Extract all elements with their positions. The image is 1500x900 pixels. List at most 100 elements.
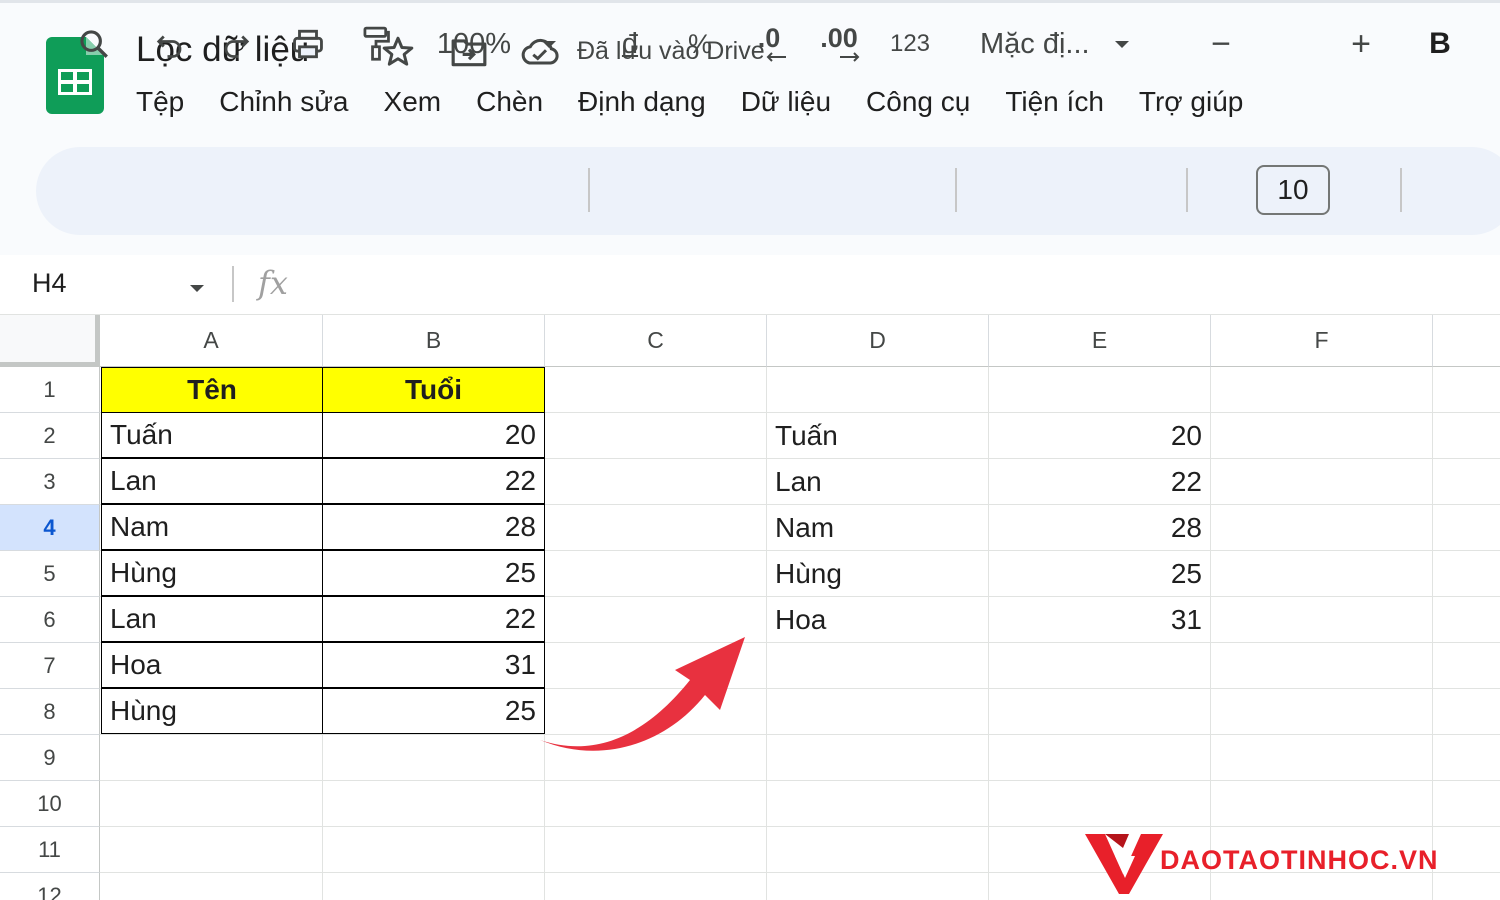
cell-b7[interactable]: 31 [322, 642, 545, 688]
cell-a8[interactable]: Hùng [101, 688, 323, 734]
decrease-decimal-button[interactable]: .0 [744, 0, 794, 88]
decrease-font-size-button[interactable]: − [1200, 0, 1242, 88]
menu-view[interactable]: Xem [384, 86, 442, 118]
column-header-d[interactable]: D [767, 315, 989, 367]
percent-label: % [687, 28, 712, 59]
cell-a2[interactable]: Tuấn [101, 412, 323, 458]
cell-b3[interactable]: 22 [322, 458, 545, 504]
row-header[interactable]: 8 [0, 689, 100, 735]
cell-d3[interactable]: Lan [767, 459, 989, 505]
cell-e5[interactable]: 25 [989, 551, 1211, 597]
row-header[interactable]: 12 [0, 873, 100, 900]
decrease-decimal-label: .0 [757, 23, 781, 53]
cell-a6[interactable]: Lan [101, 596, 323, 642]
increase-decimal-button[interactable]: .00 [812, 0, 866, 88]
cell-e3[interactable]: 22 [989, 459, 1211, 505]
increase-font-size-button[interactable]: + [1340, 0, 1382, 88]
annotation-arrow [540, 637, 745, 751]
row-header[interactable]: 7 [0, 643, 100, 689]
search-icon [80, 30, 108, 58]
column-header-a[interactable]: A [100, 315, 323, 367]
plus-icon: + [1351, 24, 1371, 63]
column-header-e[interactable]: E [989, 315, 1211, 367]
chevron-down-icon [1114, 41, 1129, 48]
undo-icon [156, 35, 182, 58]
font-value: Mặc đị... [980, 27, 1090, 60]
cell-a3[interactable]: Lan [101, 458, 323, 504]
row-header[interactable]: 3 [0, 459, 100, 505]
menu-help[interactable]: Trợ giúp [1139, 86, 1243, 118]
cell-b1[interactable]: Tuổi [322, 367, 545, 413]
cell-b6[interactable]: 22 [322, 596, 545, 642]
more-formats-button[interactable]: 123 [884, 0, 936, 88]
row-header[interactable]: 6 [0, 597, 100, 643]
row-header-selected[interactable]: 4 [0, 505, 100, 551]
cell-e2[interactable]: 20 [989, 413, 1211, 459]
font-select[interactable]: Mặc đị... [980, 0, 1165, 88]
zoom-select[interactable]: 100% [424, 0, 574, 88]
print-button[interactable] [284, 0, 332, 88]
print-icon [293, 29, 323, 59]
row-header[interactable]: 11 [0, 827, 100, 873]
column-header-c[interactable]: C [545, 315, 767, 367]
row-header[interactable]: 1 [0, 367, 100, 413]
currency-button[interactable]: đ [610, 0, 650, 88]
menu-extensions[interactable]: Tiện ích [1005, 86, 1104, 118]
undo-button[interactable] [148, 0, 192, 88]
chevron-down-icon[interactable] [185, 276, 209, 300]
cell-d5[interactable]: Hùng [767, 551, 989, 597]
row-header[interactable]: 9 [0, 735, 100, 781]
menu-insert[interactable]: Chèn [476, 86, 543, 118]
cell-a5[interactable]: Hùng [101, 550, 323, 596]
select-all-corner[interactable] [0, 315, 100, 367]
cell-d2[interactable]: Tuấn [767, 413, 989, 459]
cell-a1[interactable]: Tên [101, 367, 323, 413]
search-menus-button[interactable] [70, 0, 118, 88]
percent-button[interactable]: % [678, 0, 722, 88]
watermark-text: DAOTAOTINHOC.VN [1160, 845, 1439, 875]
menu-edit[interactable]: Chỉnh sửa [219, 86, 348, 118]
cell-e4[interactable]: 28 [989, 505, 1211, 551]
menu-tools[interactable]: Công cụ [866, 86, 970, 118]
toolbar-divider [1400, 168, 1402, 212]
redo-button[interactable] [214, 0, 258, 88]
formula-divider [232, 266, 234, 302]
menu-format[interactable]: Định dạng [578, 86, 706, 118]
menu-data[interactable]: Dữ liệu [741, 86, 831, 118]
cell-b8[interactable]: 25 [322, 688, 545, 734]
currency-label: đ [621, 27, 639, 60]
cell-b5[interactable]: 25 [322, 550, 545, 596]
toolbar-divider [588, 168, 590, 212]
row-header[interactable]: 10 [0, 781, 100, 827]
row-header[interactable]: 2 [0, 413, 100, 459]
arrow-right-icon [840, 52, 860, 62]
cell-b4[interactable]: 28 [322, 504, 545, 550]
cell-d6[interactable]: Hoa [767, 597, 989, 643]
bold-button[interactable]: B [1420, 0, 1460, 88]
fx-icon: fx [258, 264, 288, 302]
cell-b2[interactable]: 20 [322, 412, 545, 458]
column-header-g[interactable] [1433, 315, 1500, 367]
save-status[interactable]: Đã lưu vào Drive [577, 37, 765, 66]
cell-a4[interactable]: Nam [101, 504, 323, 550]
cell-d4[interactable]: Nam [767, 505, 989, 551]
arrow-left-icon [766, 52, 786, 62]
increase-decimal-label: .00 [820, 23, 858, 53]
paint-format-button[interactable] [354, 0, 398, 88]
number-format-label: 123 [889, 30, 931, 57]
minus-icon: − [1211, 24, 1231, 63]
bold-label: B [1429, 27, 1451, 60]
menu-file[interactable]: Tệp [136, 86, 184, 118]
formula-bar [0, 255, 1500, 315]
font-size-input[interactable]: 10 [1256, 165, 1330, 215]
menu-bar: Tệp Chỉnh sửa Xem Chèn Định dạng Dữ liệu… [136, 86, 1278, 118]
cell-a7[interactable]: Hoa [101, 642, 323, 688]
name-box[interactable]: H4 [32, 268, 67, 299]
toolbar-divider [955, 168, 957, 212]
cell-e6[interactable]: 31 [989, 597, 1211, 643]
row-header[interactable]: 5 [0, 551, 100, 597]
column-header-f[interactable]: F [1211, 315, 1433, 367]
chevron-down-icon [542, 41, 557, 48]
column-header-b[interactable]: B [323, 315, 545, 367]
paint-format-icon [363, 26, 390, 61]
